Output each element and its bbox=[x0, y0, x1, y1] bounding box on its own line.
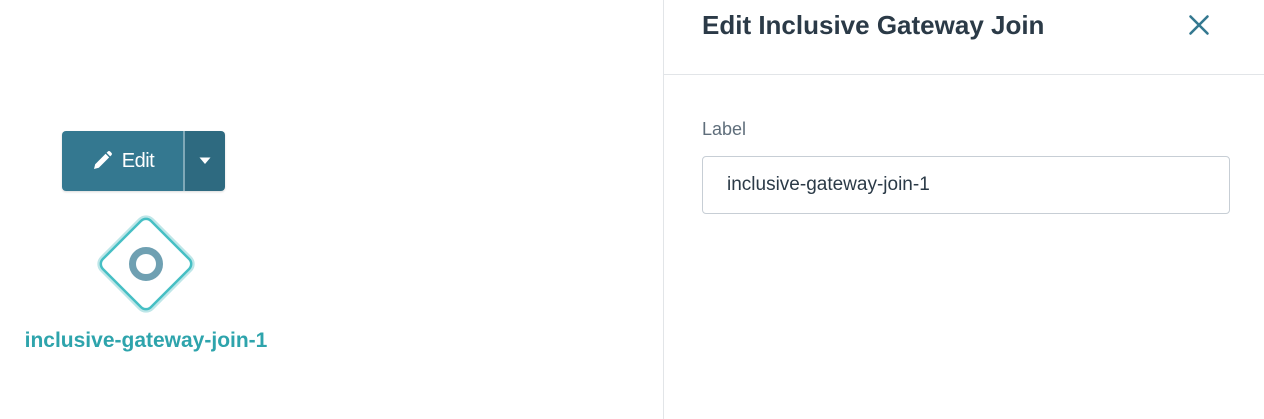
edit-button[interactable]: Edit bbox=[62, 131, 183, 191]
node-edit-toolbar: Edit bbox=[62, 131, 225, 191]
edit-button-label: Edit bbox=[121, 149, 155, 172]
inclusive-gateway-icon bbox=[97, 215, 195, 313]
close-button[interactable] bbox=[1187, 13, 1211, 37]
edit-dropdown-button[interactable] bbox=[185, 131, 225, 191]
properties-panel: Edit Inclusive Gateway Join Label bbox=[663, 0, 1264, 419]
node-label[interactable]: inclusive-gateway-join-1 bbox=[0, 329, 292, 353]
pencil-icon bbox=[91, 150, 113, 172]
close-icon bbox=[1189, 15, 1209, 35]
panel-header: Edit Inclusive Gateway Join bbox=[664, 0, 1264, 75]
label-field-caption: Label bbox=[702, 119, 747, 139]
inclusive-gateway-node[interactable] bbox=[90, 208, 202, 320]
diagram-canvas[interactable]: Edit inclusive-gateway-join-1 bbox=[0, 0, 663, 419]
label-input[interactable] bbox=[702, 156, 1230, 214]
panel-title: Edit Inclusive Gateway Join bbox=[702, 10, 1045, 40]
caret-down-icon bbox=[199, 157, 211, 165]
